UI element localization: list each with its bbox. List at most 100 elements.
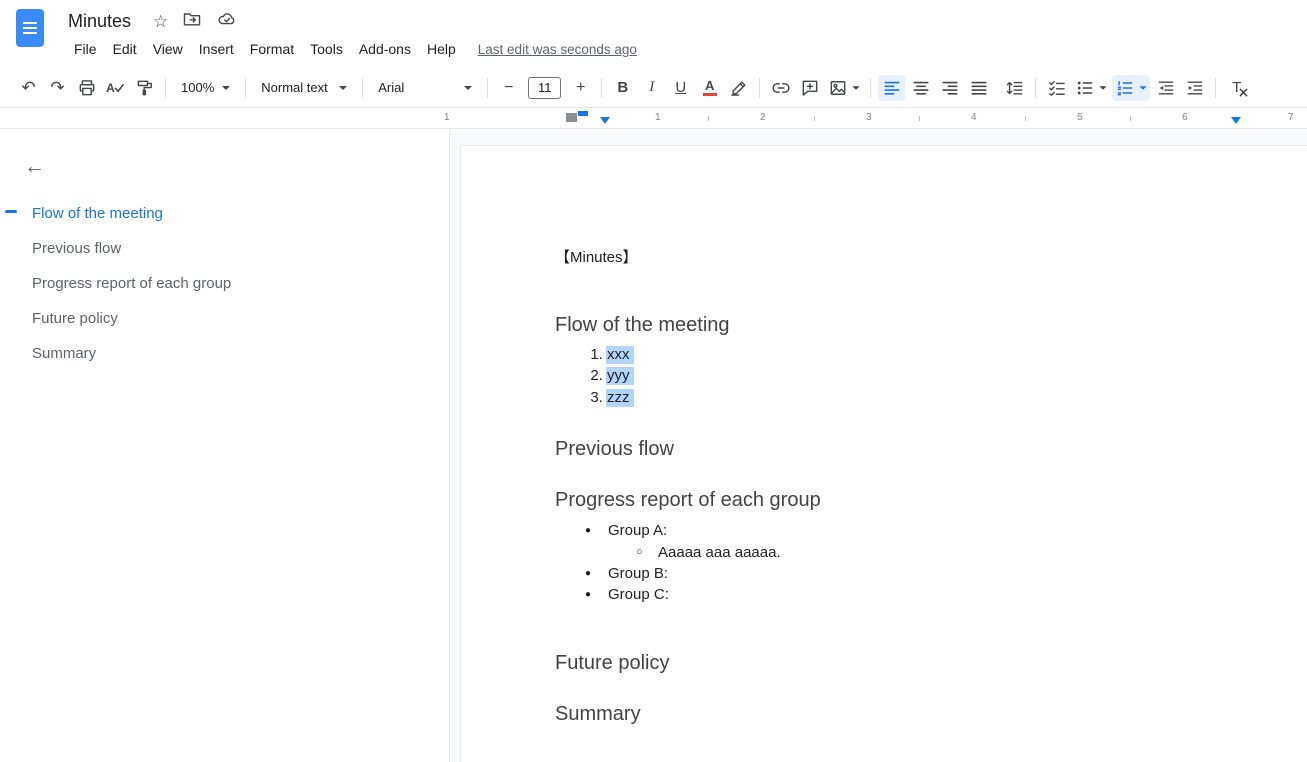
toolbar-divider [362,78,363,98]
bullet-item[interactable]: ● Group C: [555,584,1301,605]
paragraph-style-value: Normal text [261,80,327,95]
toolbar-divider [487,78,488,98]
increase-font-size-button[interactable]: + [567,75,594,101]
bullet-text[interactable]: Group B: [608,565,668,582]
paint-format-button[interactable] [131,75,158,101]
bullet-disc-icon: ● [585,520,591,541]
decrease-font-size-button[interactable]: − [495,75,522,101]
bullet-text[interactable]: Group A: [608,522,667,539]
move-folder-icon[interactable] [182,9,202,34]
first-line-indent-marker[interactable] [578,111,588,116]
bullet-item[interactable]: ● Group A: [555,520,1301,541]
insert-link-button[interactable] [767,75,794,101]
menu-insert[interactable]: Insert [191,38,242,60]
outline-item-flow-of-the-meeting[interactable]: Flow of the meeting [0,196,449,231]
align-left-button[interactable] [878,75,905,101]
numbered-list-item[interactable]: xxx [607,344,1301,365]
selected-text[interactable]: xxx [606,346,634,364]
menu-view[interactable]: View [145,38,191,60]
underline-button[interactable]: U [667,75,694,101]
ruler-number: 5 [1077,112,1083,123]
document-status-cloud-icon[interactable] [216,9,238,34]
outline-item-summary[interactable]: Summary [0,336,449,371]
menu-edit[interactable]: Edit [105,38,145,60]
numbered-list-item[interactable]: yyy [607,365,1301,386]
doc-title-line[interactable]: 【Minutes】 [555,248,1301,268]
star-icon[interactable]: ☆ [153,13,168,30]
right-indent-marker[interactable] [1231,117,1241,124]
bulleted-list-button[interactable] [1072,75,1110,101]
numbered-list-button[interactable] [1112,75,1150,101]
spellcheck-button[interactable]: A [102,75,129,101]
clear-formatting-button[interactable]: T [1223,75,1250,101]
menu-addons[interactable]: Add-ons [351,38,419,60]
bullet-disc-icon: ● [585,584,591,605]
print-button[interactable] [73,75,100,101]
highlight-color-button[interactable] [725,75,752,101]
checklist-button[interactable] [1043,75,1070,101]
ruler-tick [1130,116,1131,121]
document-title[interactable]: Minutes [68,11,131,32]
horizontal-ruler[interactable]: 1 1 2 3 4 5 6 7 [0,108,1307,129]
decrease-indent-button[interactable] [1152,75,1179,101]
undo-button[interactable]: ↶ [15,75,42,101]
line-spacing-button[interactable] [1001,75,1028,101]
line-spacing-icon [1005,78,1025,98]
outline-item-previous-flow[interactable]: Previous flow [0,231,449,266]
bullet-item[interactable]: ● Group B: [555,563,1301,584]
ruler-number: 7 [1288,112,1294,123]
image-icon [828,78,848,98]
bullet-text[interactable]: Group C: [608,586,669,603]
font-size-input[interactable]: 11 [528,77,561,99]
clear-x-icon [1239,88,1248,97]
spellcheck-check-icon [114,82,125,94]
chevron-down-icon [464,86,472,90]
bold-button[interactable]: B [609,75,636,101]
add-comment-button[interactable] [796,75,823,101]
close-outline-button[interactable]: ← [24,156,45,177]
menu-help[interactable]: Help [419,38,464,60]
ruler-margin-chip[interactable] [566,113,577,122]
docs-logo-icon[interactable] [16,9,44,47]
menu-tools[interactable]: Tools [302,38,351,60]
bold-icon: B [617,80,628,95]
font-family-select[interactable]: Arial [371,75,479,101]
text-color-button[interactable]: A [696,75,723,101]
doc-heading-previous-flow[interactable]: Previous flow [555,436,1301,462]
zoom-select[interactable]: 100% [174,75,237,101]
bullet-item[interactable]: ○ Aaaaa aaa aaaaa. [555,542,1301,563]
menu-format[interactable]: Format [242,38,302,60]
numbered-list-item[interactable]: zzz [607,387,1301,408]
selected-text[interactable]: zzz [606,389,634,407]
left-indent-marker[interactable] [600,117,610,124]
increase-indent-button[interactable] [1181,75,1208,101]
doc-heading-summary[interactable]: Summary [555,701,1301,727]
ruler-number: 2 [760,112,766,123]
doc-heading-future-policy[interactable]: Future policy [555,650,1301,676]
highlighter-icon [729,78,749,98]
minus-icon: − [504,79,513,97]
ruler-number: 4 [971,112,977,123]
outline-item-future-policy[interactable]: Future policy [0,301,449,336]
align-right-button[interactable] [936,75,963,101]
undo-icon: ↶ [21,79,35,96]
paragraph-style-select[interactable]: Normal text [254,75,354,101]
insert-image-button[interactable] [825,75,863,101]
menu-file[interactable]: File [66,38,105,60]
italic-button[interactable]: I [638,75,665,101]
doc-heading-flow-of-the-meeting[interactable]: Flow of the meeting [555,312,1301,338]
chevron-down-icon [222,86,230,90]
redo-button[interactable]: ↷ [44,75,71,101]
toolbar-divider [165,78,166,98]
document-outline-panel: ← Flow of the meeting Previous flow Prog… [0,130,450,762]
bullet-text[interactable]: Aaaaa aaa aaaaa. [658,544,781,561]
link-icon [771,78,791,98]
outline-item-progress-report[interactable]: Progress report of each group [0,266,449,301]
underline-icon: U [675,80,686,95]
document-page[interactable]: 【Minutes】 Flow of the meeting xxx yyy zz… [460,145,1307,762]
last-edit-link[interactable]: Last edit was seconds ago [478,42,637,57]
align-center-button[interactable] [907,75,934,101]
selected-text[interactable]: yyy [606,367,634,385]
justify-button[interactable] [965,75,992,101]
doc-heading-progress-report[interactable]: Progress report of each group [555,487,1301,513]
